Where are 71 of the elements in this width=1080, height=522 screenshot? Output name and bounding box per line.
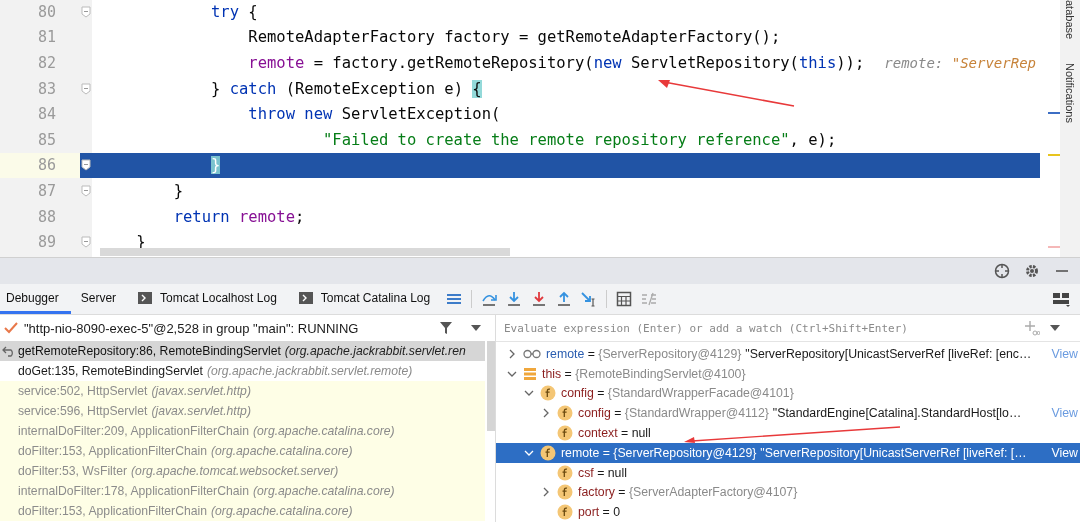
frame-package: (org.apache.catalina.core) [253, 484, 395, 498]
line-number: 85 [37, 129, 58, 151]
frame-location: doFilter:153, ApplicationFilterChain [18, 444, 207, 458]
thread-selector[interactable]: "http-nio-8090-exec-5"@2,528 in group "main": RUNNING [0, 315, 495, 341]
variable-row[interactable]: config = {StandardWrapper@4112} "StandardEngine[Catalina].StandardHost[lo… View [496, 403, 1080, 424]
variable-row[interactable]: remote = {ServerRepository@4129} "ServerRepository[UnicastServerRef [liveRef: [enc… View [496, 344, 1080, 364]
frame-package: (org.apache.catalina.core) [253, 424, 395, 438]
code-line: } catch (RemoteException e) { [210, 79, 482, 98]
code-line: } [172, 181, 183, 200]
variable-text: factory = {ServerAdapterFactory@4107} [578, 485, 798, 500]
frame-location: doFilter:53, WsFilter [18, 464, 128, 478]
line-number: 88 [37, 206, 58, 228]
line-number: 89 [37, 232, 58, 254]
frame-package: (org.apache.jackrabbit.servlet.ren [284, 344, 466, 358]
frame-location: service:502, HttpServlet [18, 384, 148, 398]
variable-row[interactable]: config = {StandardWrapperFacade@4101} [496, 383, 1080, 404]
variable-text: this = {RemoteBindingServlet@4100} [542, 366, 746, 381]
variable-text: csf = null [578, 465, 627, 480]
frame-location: service:596, HttpServlet [18, 404, 148, 418]
code-line: "Failed to create the remote repository reference", e); [321, 130, 837, 149]
code-line: RemoteAdapterFactory factory = getRemoteAdapterFactory(); [247, 28, 781, 47]
tab[interactable]: Debugger [0, 284, 71, 314]
variable-text: remote = {ServerRepository@4129} "ServerRepository[UnicastServerRef [liveRef: [… [561, 445, 1027, 460]
stack-frame[interactable]: internalDoFilter:178, ApplicationFilterChain (org.apache.catalina.core) [0, 481, 485, 501]
frame-location: doGet:135, RemoteBindingServlet [18, 364, 203, 378]
view-link[interactable]: View [1051, 445, 1080, 460]
frame-location: getRemoteRepository:86, RemoteBindingServlet [18, 344, 281, 358]
variable-row[interactable]: context = null [496, 423, 1080, 443]
variable-text: remote = {ServerRepository@4129} "ServerRepository[UnicastServerRef [liveRef: [enc… [546, 346, 1032, 361]
frame-package: (org.apache.catalina.core) [211, 444, 353, 458]
code-line: try { [210, 2, 258, 21]
frame-package: (javax.servlet.http) [151, 404, 251, 418]
frame-location: doFilter:153, ApplicationFilterChain [18, 504, 207, 518]
code-line: throw new ServletException( [247, 105, 501, 124]
side-tab[interactable]: Notifications [1064, 63, 1076, 124]
frame-package: (javax.servlet.http) [151, 384, 251, 398]
variable-row[interactable]: this = {RemoteBindingServlet@4100} [496, 363, 1080, 384]
variable-text: context = null [578, 426, 651, 441]
stack-frame[interactable]: doFilter:153, ApplicationFilterChain (org.apache.catalina.core) [0, 501, 485, 521]
frame-package: (org.apache.tomcat.websocket.server) [131, 464, 339, 478]
tab[interactable]: Server [74, 284, 129, 314]
stack-frame[interactable]: service:596, HttpServlet (javax.servlet.http) [0, 401, 485, 421]
variable-text: config = {StandardWrapper@4112} "StandardEngine[Catalina].StandardHost[lo… [578, 406, 1022, 421]
variable-text: config = {StandardWrapperFacade@4101} [561, 386, 794, 401]
stack-frame[interactable]: internalDoFilter:209, ApplicationFilterChain (org.apache.catalina.core) [0, 421, 485, 441]
code-line: remote = factory.getRemoteRepository(new ServletRepository(this)); [247, 54, 865, 72]
stack-frame[interactable]: doFilter:53, WsFilter (org.apache.tomcat.websocket.server) [0, 461, 485, 481]
line-number: 82 [37, 53, 58, 74]
line-number: 86 [37, 155, 58, 177]
line-number: 80 [37, 1, 58, 23]
variable-text: port = 0 [578, 505, 621, 520]
code-line: return remote; [172, 207, 305, 226]
stack-frame[interactable]: service:502, HttpServlet (javax.servlet.http) [0, 381, 485, 401]
side-tab[interactable]: atabase [1064, 0, 1076, 40]
inline-value-hint: remote: "ServerRep [884, 55, 1036, 71]
frame-package: (org.apache.catalina.core) [211, 504, 353, 518]
frame-location: internalDoFilter:209, ApplicationFilterChain [18, 424, 249, 438]
variable-row[interactable]: factory = {ServerAdapterFactory@4107} [496, 482, 1080, 503]
line-number: 87 [37, 180, 58, 202]
tab[interactable]: Tomcat Localhost Log [132, 284, 289, 314]
variable-row[interactable]: port = 0 [496, 502, 1080, 522]
variable-row[interactable]: csf = null [496, 462, 1080, 483]
stack-frame[interactable]: getRemoteRepository:86, RemoteBindingServlet (org.apache.jackrabbit.servlet.ren [0, 341, 485, 361]
tab[interactable]: Tomcat Catalina Log [292, 284, 443, 314]
stack-frame[interactable]: doFilter:153, ApplicationFilterChain (org.apache.catalina.core) [0, 441, 485, 461]
variable-row[interactable]: remote = {ServerRepository@4129} "ServerRepository[UnicastServerRef [liveRef: [… View [496, 443, 1080, 463]
frame-package: (org.apache.jackrabbit.servlet.remote) [206, 364, 413, 378]
line-number: 81 [37, 27, 58, 49]
line-number: 83 [37, 78, 58, 100]
frame-location: internalDoFilter:178, ApplicationFilterChain [18, 484, 249, 498]
line-number: 84 [37, 104, 58, 126]
